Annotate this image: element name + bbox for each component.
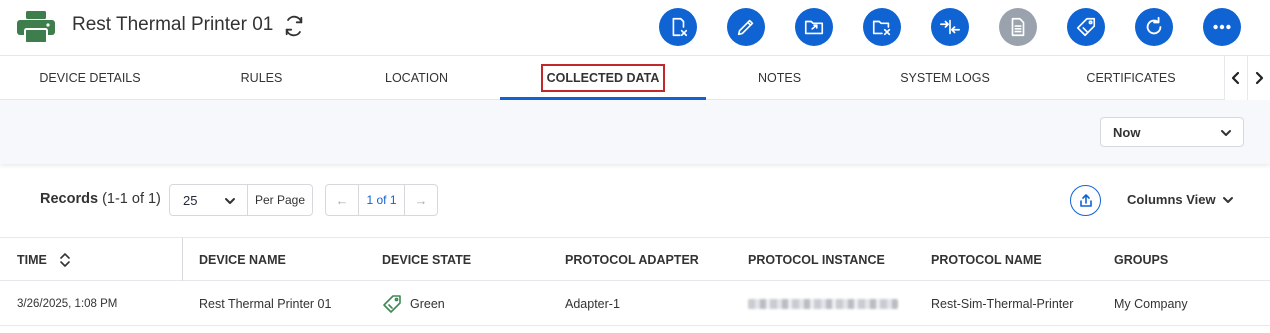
chevron-left-icon	[1231, 71, 1240, 85]
cell-protocol-name: Rest-Sim-Thermal-Printer	[931, 296, 1074, 311]
more-icon	[1213, 24, 1231, 30]
refresh-icon[interactable]	[283, 15, 305, 37]
page-indicator: 1 of 1	[358, 185, 405, 215]
tabs-scroll-left-button[interactable]	[1224, 56, 1247, 100]
tab-rules[interactable]: RULES	[180, 56, 343, 100]
device-header: Rest Thermal Printer 01	[0, 0, 1270, 56]
pagination: ← 1 of 1 →	[325, 184, 438, 216]
export-device-button[interactable]	[795, 8, 833, 46]
device-title: Rest Thermal Printer 01	[72, 14, 274, 35]
tab-location[interactable]: LOCATION	[343, 56, 490, 100]
tag-button[interactable]	[1067, 8, 1105, 46]
merge-icon	[940, 19, 960, 35]
next-page-button[interactable]: →	[405, 185, 437, 215]
tab-highlight-box	[541, 64, 665, 92]
export-records-button[interactable]	[1070, 185, 1101, 216]
records-summary: Records (1-1 of 1)	[40, 191, 161, 207]
cell-protocol-adapter: Adapter-1	[565, 296, 620, 311]
column-divider[interactable]	[182, 238, 183, 281]
tag-icon	[1076, 17, 1096, 37]
reload-button[interactable]	[1135, 8, 1173, 46]
column-header-time-label: TIME	[17, 252, 47, 267]
page-size-select[interactable]: 25	[170, 185, 248, 215]
column-header-device-state[interactable]: DEVICE STATE	[382, 238, 471, 281]
tab-device-details[interactable]: DEVICE DETAILS	[0, 56, 180, 100]
column-header-device-name[interactable]: DEVICE NAME	[199, 238, 286, 281]
cell-device-state: Green	[382, 281, 445, 326]
tabs-scroll-right-button[interactable]	[1247, 56, 1270, 100]
previous-page-button[interactable]: ←	[326, 185, 358, 215]
column-header-groups[interactable]: GROUPS	[1114, 238, 1168, 281]
cell-groups: My Company	[1114, 296, 1188, 311]
column-header-protocol-name[interactable]: PROTOCOL NAME	[931, 238, 1042, 281]
remove-device-button[interactable]	[659, 8, 697, 46]
table-row[interactable]: 3/26/2025, 1:08 PM Rest Thermal Printer …	[0, 281, 1270, 326]
export-device-icon	[804, 20, 824, 35]
cell-device-name: Rest Thermal Printer 01	[199, 296, 332, 311]
filter-bar	[0, 100, 1270, 164]
more-options-button[interactable]	[1203, 8, 1241, 46]
time-range-value: Now	[1113, 124, 1141, 140]
sort-icon[interactable]	[59, 252, 71, 268]
merge-button[interactable]	[931, 8, 969, 46]
chevron-down-icon	[1222, 196, 1233, 203]
remove-device-icon	[672, 17, 688, 37]
per-page-label: Per Page	[254, 193, 306, 207]
records-label: Records	[40, 191, 99, 207]
share-icon	[1079, 193, 1092, 207]
printer-icon	[17, 11, 55, 43]
records-range: (1-1 of 1)	[102, 191, 161, 207]
chevron-down-icon	[225, 198, 235, 204]
column-header-protocol-instance[interactable]: PROTOCOL INSTANCE	[748, 238, 885, 281]
redacted-value	[748, 298, 898, 309]
delete-folder-icon	[872, 20, 891, 36]
chevron-down-icon	[1221, 130, 1231, 136]
device-state-label: Green	[410, 296, 445, 311]
table-header: TIME DEVICE NAME DEVICE STATE PROTOCOL A…	[0, 237, 1270, 281]
state-tag-icon	[383, 294, 401, 313]
column-header-protocol-adapter[interactable]: PROTOCOL ADAPTER	[565, 238, 699, 281]
column-header-time[interactable]: TIME	[17, 238, 71, 281]
reload-icon	[1146, 16, 1162, 35]
tab-notes[interactable]: NOTES	[706, 56, 853, 100]
document-button[interactable]	[999, 8, 1037, 46]
page-size-value: 25	[183, 192, 198, 208]
time-range-select[interactable]: Now	[1100, 117, 1244, 147]
tab-system-logs[interactable]: SYSTEM LOGS	[853, 56, 1037, 100]
delete-folder-button[interactable]	[863, 8, 901, 46]
tab-certificates[interactable]: CERTIFICATES	[1037, 56, 1225, 100]
edit-icon	[737, 19, 754, 36]
page-size-control: 25 Per Page	[169, 184, 313, 216]
columns-view-label: Columns View	[1127, 192, 1216, 207]
edit-button[interactable]	[727, 8, 765, 46]
cell-time: 3/26/2025, 1:08 PM	[17, 297, 118, 310]
columns-view-toggle[interactable]: Columns View	[1127, 192, 1234, 207]
document-icon	[1011, 17, 1025, 37]
chevron-right-icon	[1255, 71, 1264, 85]
cell-protocol-instance	[748, 281, 898, 326]
